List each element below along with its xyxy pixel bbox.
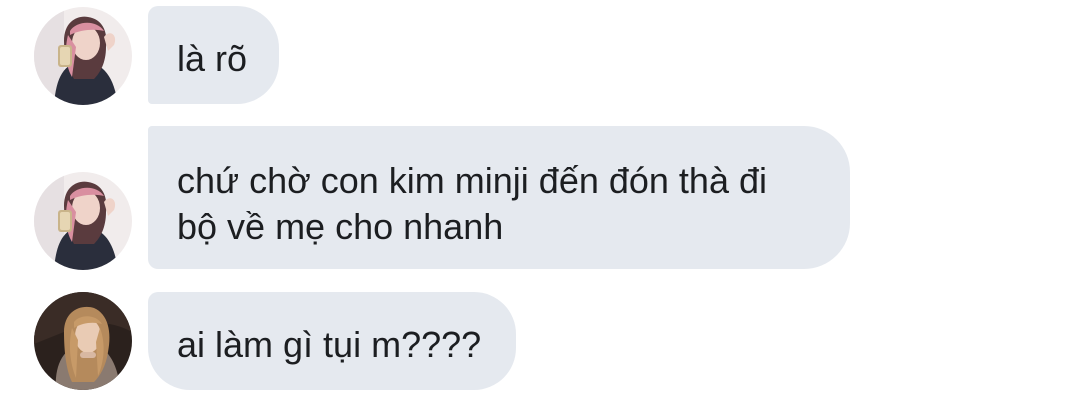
avatar-photo-icon <box>34 172 132 270</box>
message-text: là rõ <box>177 38 248 79</box>
sender-avatar[interactable] <box>34 172 132 270</box>
message-bubble[interactable]: chứ chờ con kim minji đến đón thà đi bộ … <box>148 126 850 269</box>
avatar-photo-icon <box>34 292 132 390</box>
message-text: chứ chờ con kim minji đến đón thà đi bộ … <box>177 160 767 247</box>
message-bubble[interactable]: ai làm gì tụi m???? <box>148 292 516 390</box>
avatar-photo-icon <box>34 7 132 105</box>
sender-avatar[interactable] <box>34 7 132 105</box>
sender-avatar[interactable] <box>34 292 132 390</box>
message-text: ai làm gì tụi m???? <box>177 324 482 365</box>
message-bubble[interactable]: là rõ <box>148 6 279 104</box>
